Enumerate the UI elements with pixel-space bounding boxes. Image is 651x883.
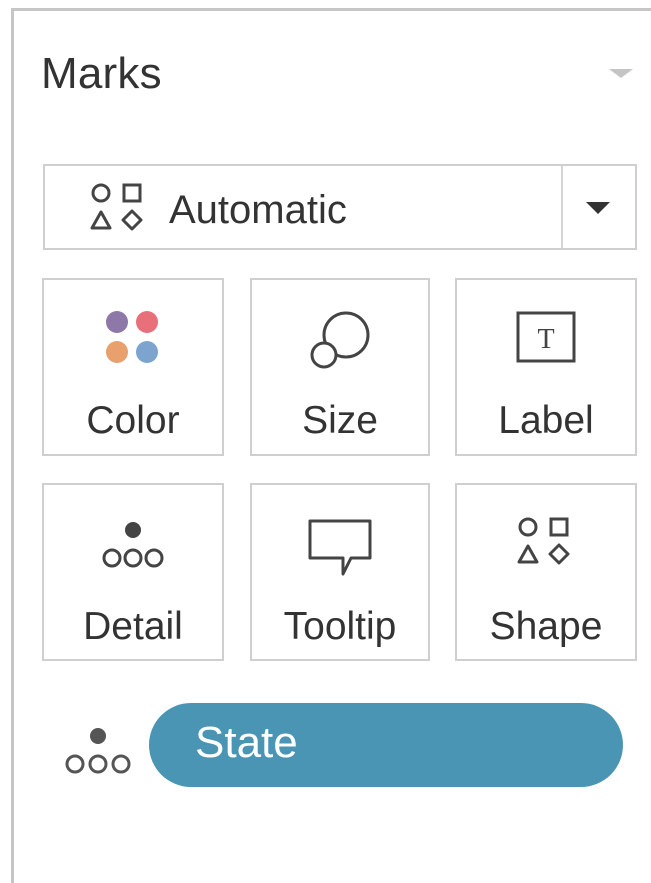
label-label: Label: [498, 399, 594, 442]
shape-button[interactable]: Shape: [455, 483, 637, 661]
detail-button[interactable]: Detail: [42, 483, 224, 661]
mark-type-value: Automatic: [169, 188, 347, 232]
color-dots-icon: [105, 310, 161, 371]
tooltip-button[interactable]: Tooltip: [250, 483, 430, 661]
shapes-icon: [89, 182, 149, 239]
label-button[interactable]: T Label: [455, 278, 637, 456]
size-circles-icon: [308, 310, 372, 377]
text-label-icon: T: [515, 310, 577, 371]
color-button[interactable]: Color: [42, 278, 224, 456]
color-label: Color: [86, 399, 180, 442]
chevron-down-icon[interactable]: [586, 202, 610, 214]
card-menu-caret-icon[interactable]: [609, 69, 633, 78]
marks-card: Marks Automatic Color Size T Label Detai…: [11, 8, 651, 883]
speech-bubble-icon: [307, 518, 373, 583]
size-button[interactable]: Size: [250, 278, 430, 456]
detail-label: Detail: [83, 605, 183, 648]
mark-type-dropdown[interactable]: Automatic: [43, 164, 637, 250]
field-pill-label: State: [195, 718, 298, 767]
detail-dots-icon: [102, 520, 164, 575]
detail-dots-icon[interactable]: [64, 726, 132, 783]
dropdown-divider: [561, 166, 563, 248]
marks-card-title: Marks: [41, 49, 162, 98]
shape-label: Shape: [489, 605, 603, 648]
field-pill-state[interactable]: State: [149, 703, 623, 787]
shapes-icon: [516, 516, 576, 573]
svg-text:T: T: [537, 324, 554, 355]
tooltip-label: Tooltip: [283, 605, 397, 648]
size-label: Size: [302, 399, 378, 442]
